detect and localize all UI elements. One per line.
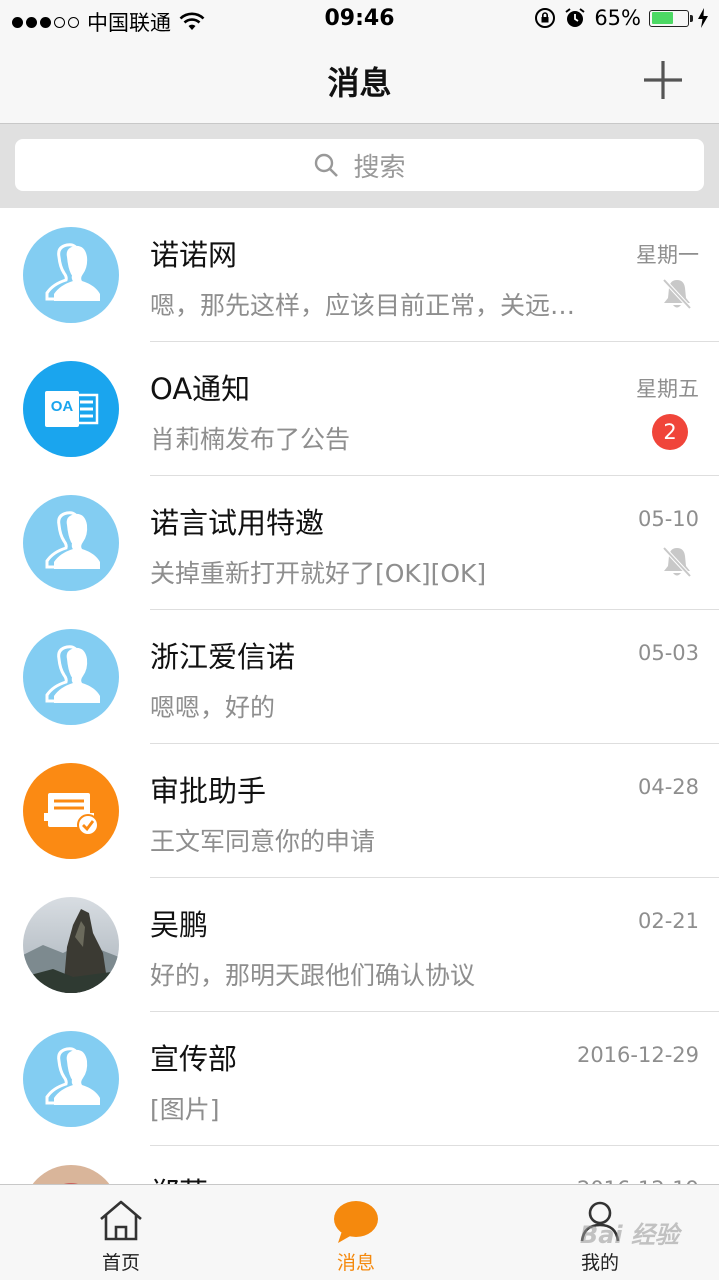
conversation-time: 星期一 [636,243,699,267]
conversation-name: 诺诺网 [150,238,238,272]
rotation-lock-icon [535,8,556,28]
conversation-time: 星期五 [636,377,699,401]
conversation-preview: 肖莉楠发布了公告 [150,425,351,454]
alarm-icon [565,8,585,27]
conversation-name: OA通知 [150,372,251,406]
conversation-time: 2016-12-29 [576,1043,699,1067]
tab-home[interactable]: 首页 [51,1185,191,1281]
home-icon [100,1200,142,1241]
conversation-time: 04-28 [637,775,699,799]
conversation-name: 浙江爱信诺 [150,640,296,674]
default-user-avatar-icon [23,495,119,591]
plus-icon[interactable] [641,58,685,102]
tab-home-label: 首页 [101,1252,140,1274]
nav-bar: 消息 [0,40,719,124]
approval-assistant-avatar-icon [23,763,119,859]
conversation-row[interactable]: 诺诺网 嗯，那先这样，应该目前正常，关远… 星期一 [0,208,719,342]
conversation-row[interactable]: 浙江爱信诺 嗯嗯，好的 05-03 [0,610,719,744]
battery-percent: 65% [594,6,641,30]
conversation-name: 宣传部 [150,1042,238,1076]
conversation-preview: 王文军同意你的申请 [150,827,376,856]
conversation-row[interactable]: 诺言试用特邀 关掉重新打开就好了[OK][OK] 05-10 [0,476,719,610]
conversation-time: 05-10 [637,507,699,531]
charging-icon [698,8,708,28]
conversation-name: 诺言试用特邀 [150,506,325,540]
tab-bar: 首页 消息 我的 Bai 经验 [0,1184,719,1280]
conversation-row[interactable]: 宣传部 [图片] 2016-12-29 [0,1012,719,1146]
photo-avatar [23,897,119,993]
search-bar-container: 搜索 [0,124,719,208]
conversation-row[interactable]: OA OA通知 肖莉楠发布了公告 星期五 2 [0,342,719,476]
watermark: Bai 经验 [579,1221,679,1249]
oa-notice-avatar-icon: OA [23,361,119,457]
default-user-avatar-icon [23,629,119,725]
battery-level [651,12,674,24]
chat-bubble-icon [334,1201,378,1243]
conversation-row[interactable]: 吴鹏 好的，那明天跟他们确认协议 02-21 [0,878,719,1012]
tab-me-label: 我的 [580,1252,619,1274]
search-placeholder: 搜索 [353,152,406,183]
conversation-preview: 嗯，那先这样，应该目前正常，关远… [150,291,576,320]
default-user-avatar-icon [23,227,119,323]
conversation-preview: 好的，那明天跟他们确认协议 [150,961,476,990]
mute-bell-icon [662,546,692,578]
page-title: 消息 [327,64,392,102]
search-icon [315,153,339,177]
status-bar: 中国联通 09:46 65% [0,0,719,40]
conversation-name: 吴鹏 [150,908,209,942]
conversation-preview: 关掉重新打开就好了[OK][OK] [150,559,487,588]
battery-icon [649,9,693,27]
search-input[interactable]: 搜索 [15,139,704,191]
default-user-avatar-icon [23,1031,119,1127]
unread-badge: 2 [652,414,688,450]
conversation-preview: [图片] [150,1095,220,1124]
conversation-preview: 嗯嗯，好的 [150,693,276,722]
mute-bell-icon [662,278,692,310]
conversation-time: 02-21 [637,909,699,933]
oa-avatar-text: OA [50,398,74,415]
conversation-row[interactable]: 审批助手 王文军同意你的申请 04-28 [0,744,719,878]
conversation-list: 诺诺网 嗯，那先这样，应该目前正常，关远… 星期一 OA OA通知 肖莉楠发布了… [0,208,719,1280]
tab-messages-label: 消息 [336,1252,375,1274]
status-bar-right: 65% [534,6,709,30]
conversation-name: 审批助手 [150,774,267,808]
conversation-time: 05-03 [637,641,699,665]
tab-messages[interactable]: 消息 [286,1185,426,1281]
